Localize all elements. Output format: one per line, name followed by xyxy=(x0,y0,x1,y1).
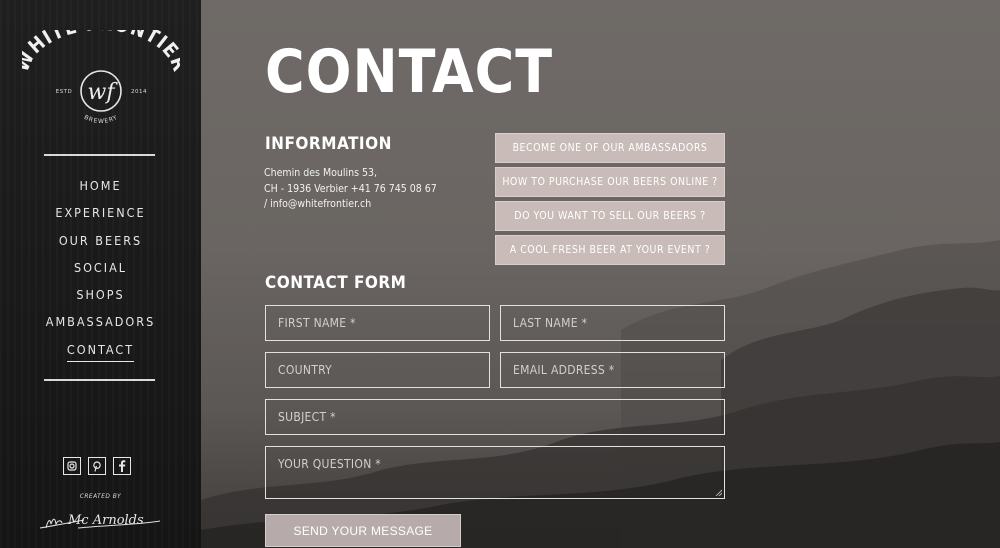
main-content: CONTACT INFORMATION Chemin des Moulins 5… xyxy=(201,0,1000,548)
information-heading: INFORMATION xyxy=(265,134,392,154)
question-placeholder: YOUR QUESTION * xyxy=(278,457,382,471)
nav-item-label: OUR BEERS xyxy=(58,232,143,248)
beer-at-event-button[interactable]: A COOL FRESH BEER AT YOUR EVENT ? xyxy=(495,235,725,265)
brand-year: 2014 xyxy=(131,89,147,95)
subject-field[interactable]: SUBJECT * xyxy=(265,399,725,435)
page-title: CONTACT xyxy=(265,37,554,107)
email-field[interactable]: EMAIL ADDRESS * xyxy=(500,352,725,388)
instagram-icon[interactable] xyxy=(63,457,81,475)
nav-item-our-beers[interactable]: OUR BEERS xyxy=(0,231,201,258)
brand-estd: ESTD xyxy=(56,89,73,95)
nav-item-contact[interactable]: CONTACT xyxy=(0,340,201,367)
city-phone-line: CH - 1936 Verbier +41 76 745 08 67 xyxy=(264,182,437,195)
brand-logo-graphic: WHITE FRONTIER wf ESTD 2014 BREWERY xyxy=(22,30,180,125)
main-nav: HOME EXPERIENCE OUR BEERS SOCIAL SHOPS A… xyxy=(0,176,201,367)
nav-divider-top xyxy=(44,154,155,156)
sidebar: WHITE FRONTIER wf ESTD 2014 BREWERY HOME… xyxy=(0,0,201,548)
nav-item-label: CONTACT xyxy=(66,340,135,362)
nav-divider-bottom xyxy=(44,379,155,381)
contact-information: Chemin des Moulins 53, CH - 1936 Verbier… xyxy=(264,166,437,213)
first-name-field[interactable]: FIRST NAME * xyxy=(265,305,490,341)
created-by-label: CREATED BY xyxy=(79,492,122,500)
social-links xyxy=(63,457,139,475)
nav-item-label: HOME xyxy=(79,178,122,193)
svg-text:BREWERY: BREWERY xyxy=(83,114,119,125)
nav-item-ambassadors[interactable]: AMBASSADORS xyxy=(0,312,201,339)
nav-item-label: AMBASSADORS xyxy=(45,314,156,330)
brand-monogram: wf xyxy=(88,80,119,105)
question-textarea[interactable]: YOUR QUESTION * xyxy=(265,446,725,499)
nav-item-shops[interactable]: SHOPS xyxy=(0,285,201,312)
last-name-field[interactable]: LAST NAME * xyxy=(500,305,725,341)
pinterest-icon[interactable] xyxy=(88,457,106,475)
nav-item-experience[interactable]: EXPERIENCE xyxy=(0,203,201,230)
svg-text:WHITE FRONTIER: WHITE FRONTIER xyxy=(22,30,180,75)
email-line[interactable]: / info@whitefrontier.ch xyxy=(264,197,437,213)
become-ambassador-button[interactable]: BECOME ONE OF OUR AMBASSADORS xyxy=(495,133,725,163)
brand-logo[interactable]: WHITE FRONTIER wf ESTD 2014 BREWERY xyxy=(22,30,180,140)
resize-handle-icon[interactable] xyxy=(715,489,722,496)
brand-subtitle: BREWERY xyxy=(83,114,118,125)
nav-item-label: SOCIAL xyxy=(73,259,128,275)
nav-item-home[interactable]: HOME xyxy=(0,176,201,203)
brand-name: WHITE FRONTIER xyxy=(22,30,180,75)
nav-item-label: SHOPS xyxy=(76,287,125,303)
address-line: Chemin des Moulins 53, xyxy=(264,167,378,179)
purchase-online-button[interactable]: HOW TO PURCHASE OUR BEERS ONLINE ? xyxy=(495,167,725,197)
nav-item-social[interactable]: SOCIAL xyxy=(0,258,201,285)
country-field[interactable]: COUNTRY xyxy=(265,352,490,388)
author-signature[interactable]: Mc Arnolds xyxy=(38,506,162,532)
sell-beers-button[interactable]: DO YOU WANT TO SELL OUR BEERS ? xyxy=(495,201,725,231)
contact-form-heading: CONTACT FORM xyxy=(265,273,407,293)
facebook-icon[interactable] xyxy=(113,457,131,475)
send-message-button[interactable]: SEND YOUR MESSAGE xyxy=(265,514,461,547)
nav-item-label: EXPERIENCE xyxy=(55,205,146,221)
